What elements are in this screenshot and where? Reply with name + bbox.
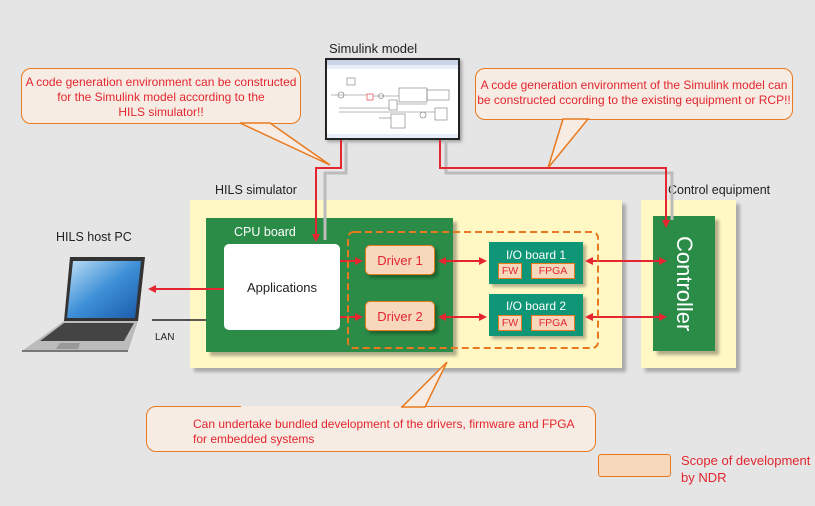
callout-existing-equipment: A code generation environment of the Sim… [475,68,793,120]
callout-left-tail [239,122,331,166]
callout-right-tail [547,118,590,169]
driver-1: Driver 1 [365,245,435,275]
io-board-2-fpga: FPGA [531,315,575,331]
io-board-1: I/O board 1 FW FPGA [489,242,583,284]
callout-hils-code-generation: A code generation environment can be con… [21,68,301,124]
legend-label: Scope of development by NDR [681,453,811,485]
legend-swatch [598,454,671,477]
simulink-model-title: Simulink model [329,41,418,56]
laptop-icon [20,255,150,360]
cpu-board-label: CPU board [234,225,296,239]
applications-box: Applications [224,244,340,330]
io-board-1-fpga: FPGA [531,263,575,279]
io-board-2-fw: FW [498,315,522,331]
simulink-model-window [325,58,460,140]
io-board-2: I/O board 2 FW FPGA [489,294,583,336]
controller-label: Controller [672,235,697,332]
host-pc-label: HILS host PC [56,230,132,244]
hils-simulator-label: HILS simulator [215,183,297,197]
lan-label: LAN [155,332,175,343]
callout-bundled-development: Can undertake bundled development of the… [146,406,596,452]
controller-board: Controller [653,216,715,351]
applications-label: Applications [246,279,318,295]
simulink-diagram-icon [327,60,458,138]
control-equipment-label: Control equipment [668,183,771,197]
driver-2: Driver 2 [365,301,435,331]
io-board-1-fw: FW [498,263,522,279]
callout-bottom-tail [400,361,448,408]
